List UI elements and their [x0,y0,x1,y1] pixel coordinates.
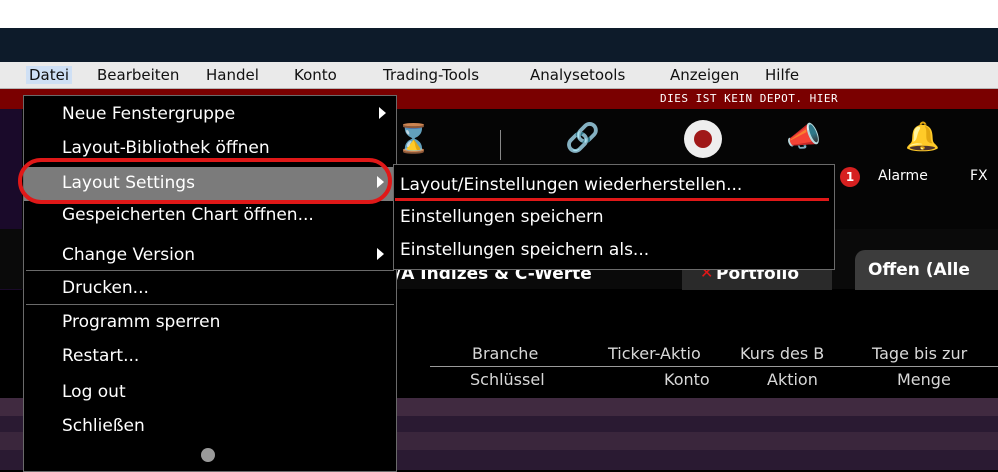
menu-bearbeiten[interactable]: Bearbeiten [97,66,179,84]
title-band [0,28,998,62]
highlight-oval [18,158,392,204]
datei-menu: Neue Fenstergruppe Layout-Bibliothek öff… [23,95,397,472]
menu-item-schliessen[interactable]: Schließen [24,410,396,444]
chevron-right-icon [379,107,386,119]
menu-analysetools[interactable]: Analysetools [530,66,625,84]
menu-item-restart[interactable]: Restart... [24,340,396,374]
chain-link-icon[interactable]: 🔗 [565,121,600,154]
submenu-item-speichern[interactable]: Einstellungen speichern [394,201,834,234]
scroll-down-icon[interactable] [201,448,215,462]
menubar: Datei Bearbeiten Handel Konto Trading-To… [0,62,998,89]
column-header[interactable]: Branche [472,344,538,363]
column-header[interactable]: Aktion [767,370,818,389]
menu-anzeigen[interactable]: Anzeigen [670,66,739,84]
highlight-underline [395,198,829,201]
bell-icon[interactable]: 🔔 [905,120,940,153]
column-header[interactable]: Konto [664,370,710,389]
menu-item-programm-sperren[interactable]: Programm sperren [24,306,396,340]
record-icon[interactable] [684,120,722,158]
top-band [0,0,998,28]
column-header[interactable]: Ticker-Aktio [608,344,701,363]
menu-konto[interactable]: Konto [294,66,337,84]
column-header[interactable]: Menge [897,370,951,389]
toolbar-divider [500,130,501,160]
header-divider [430,366,998,367]
column-header[interactable]: Schlüssel [470,370,545,389]
alarme-label[interactable]: Alarme [878,168,928,184]
notice-text: DIES IST KEIN DEPOT. HIER [660,92,839,105]
alarm-count-badge: 1 [840,167,860,187]
fx-label[interactable]: FX [970,168,988,184]
menu-datei[interactable]: Datei [26,66,73,84]
menu-item-gespeicherten-chart[interactable]: Gespeicherten Chart öffnen... [24,207,396,231]
tab-offen[interactable]: Offen (Alle [868,260,970,280]
column-header[interactable]: Tage bis zur [872,344,967,363]
menu-handel[interactable]: Handel [206,66,259,84]
menu-separator [26,304,394,305]
menu-item-layout-bibliothek[interactable]: Layout-Bibliothek öffnen [24,132,396,158]
menu-item-change-version[interactable]: Change Version [24,239,396,273]
hourglass-icon[interactable]: ⌛ [396,122,431,155]
submenu-item-speichern-als[interactable]: Einstellungen speichern als... [394,234,834,267]
menu-hilfe[interactable]: Hilfe [765,66,799,84]
layout-settings-submenu: Layout/Einstellungen wiederherstellen...… [393,164,835,270]
chevron-right-icon [377,248,384,260]
megaphone-icon[interactable]: 📣 [786,120,821,153]
menu-item-neue-fenstergruppe[interactable]: Neue Fenstergruppe [24,98,396,132]
menu-item-drucken[interactable]: Drucken... [24,272,396,306]
menu-separator [26,270,394,271]
menu-item-log-out[interactable]: Log out [24,376,396,410]
column-header[interactable]: Kurs des B [740,344,824,363]
menu-trading-tools[interactable]: Trading-Tools [383,66,479,84]
